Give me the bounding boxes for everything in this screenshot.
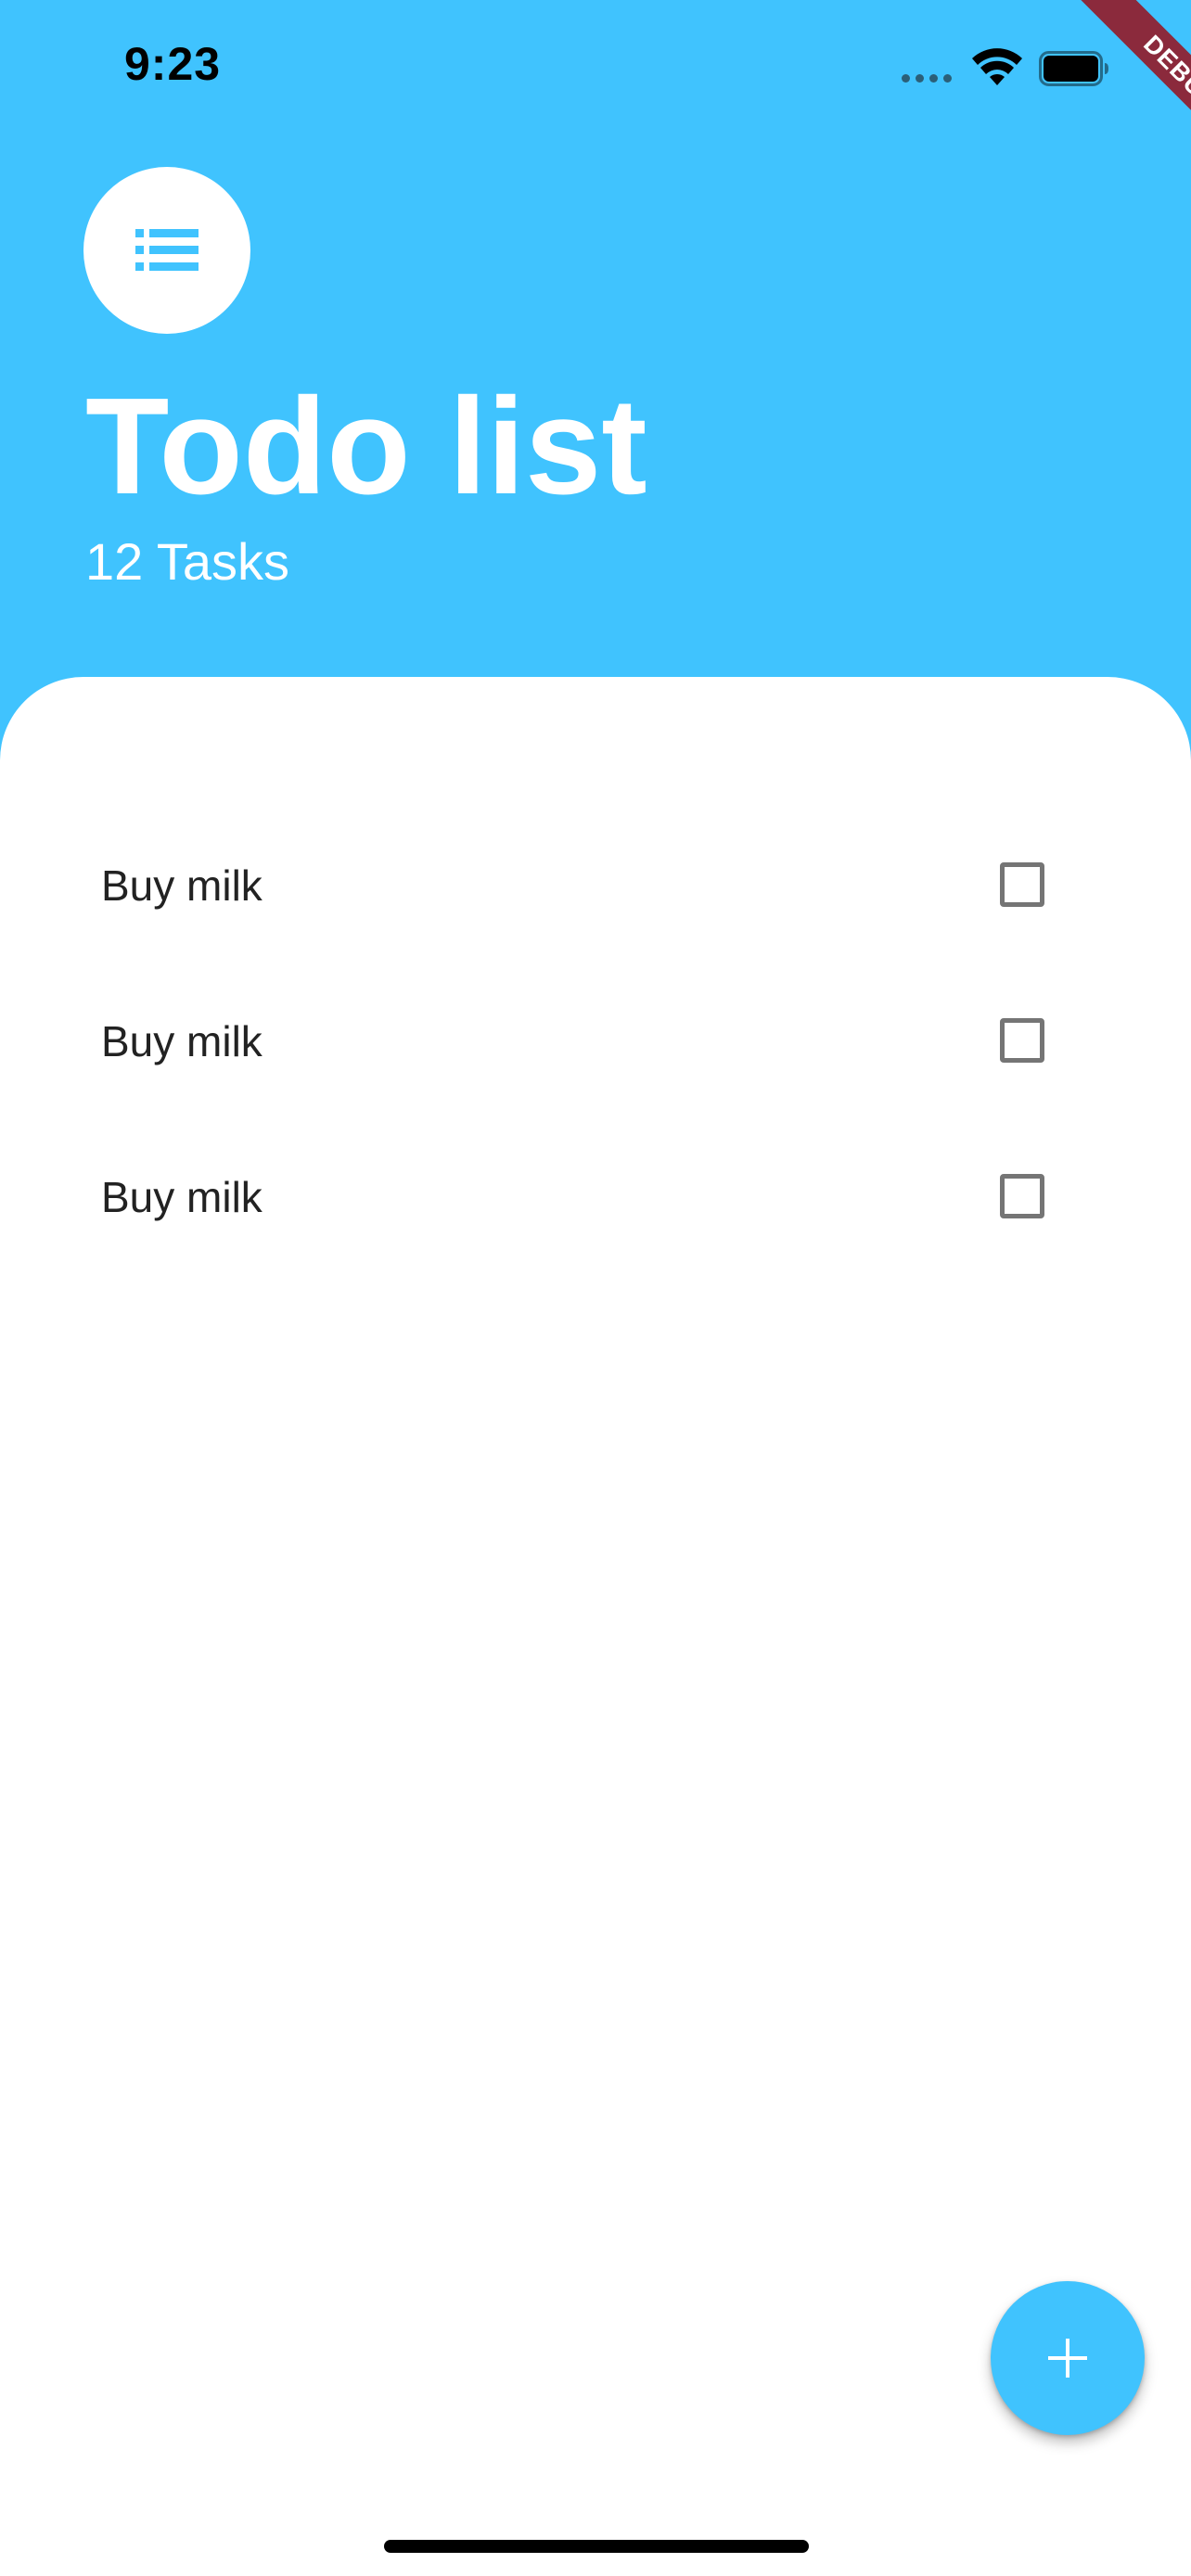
status-time: 9:23 [124, 38, 222, 90]
todo-checkbox[interactable] [1000, 1174, 1044, 1218]
debug-banner-label: DEBUG [1069, 0, 1191, 185]
todo-checkbox[interactable] [1000, 862, 1044, 907]
task-count: 12 Tasks [85, 532, 289, 591]
todo-item-label: Buy milk [101, 861, 263, 910]
todo-item[interactable]: Buy milk [0, 823, 1191, 979]
todo-item[interactable]: Buy milk [0, 1135, 1191, 1291]
debug-banner: DEBUG [1005, 0, 1191, 185]
page-title: Todo list [85, 370, 647, 523]
list-icon [135, 229, 198, 271]
header-list-avatar [83, 167, 250, 334]
signal-dots-icon [902, 74, 957, 83]
home-indicator [384, 2540, 809, 2553]
todo-item-label: Buy milk [101, 1017, 263, 1065]
todo-item[interactable]: Buy milk [0, 979, 1191, 1135]
todo-list: Buy milk Buy milk Buy milk [0, 823, 1191, 1291]
todo-checkbox[interactable] [1000, 1018, 1044, 1063]
add-task-button[interactable] [991, 2281, 1145, 2435]
add-icon [1048, 2339, 1087, 2378]
todo-item-label: Buy milk [101, 1173, 263, 1221]
